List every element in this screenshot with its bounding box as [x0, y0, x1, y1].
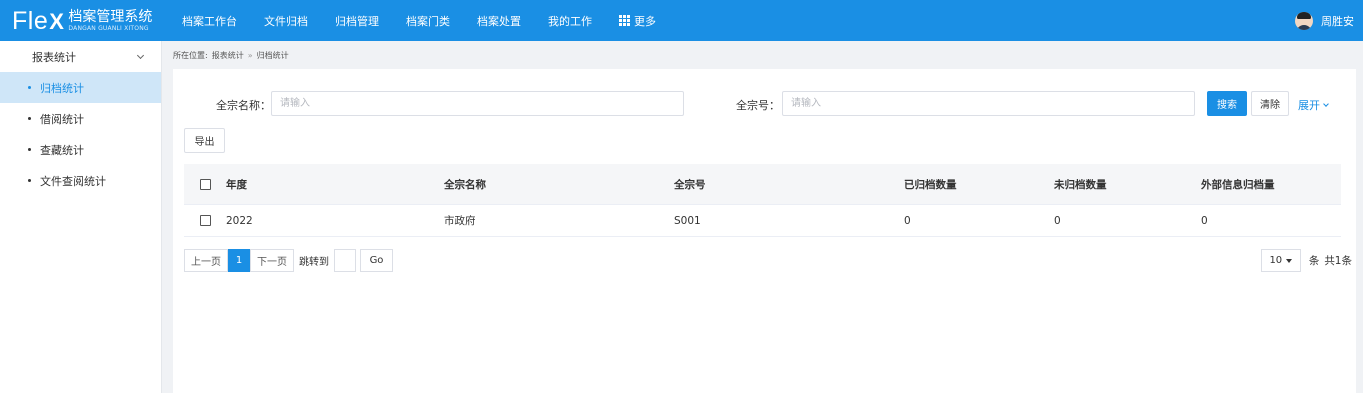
col-header-external-archived: 外部信息归档量 — [1201, 178, 1275, 191]
header-checkbox-cell — [184, 178, 226, 190]
app-title: 档案管理系统 — [68, 9, 153, 25]
page-size-value: 10 — [1269, 255, 1283, 266]
logo-mark: FleX — [12, 6, 65, 35]
breadcrumb-separator: » — [247, 50, 253, 60]
page-size-unit: 条 — [1308, 255, 1320, 267]
sidebar-item-label: 归档统计 — [40, 81, 84, 95]
nav-item-my-work[interactable]: 我的工作 — [548, 13, 592, 29]
row-checkbox-cell — [184, 215, 226, 226]
bullet-icon — [28, 148, 31, 151]
sidebar-item-borrow-stats[interactable]: 借阅统计 — [0, 103, 161, 134]
jump-page-input[interactable] — [334, 249, 356, 272]
user-menu[interactable]: 周胜安 — [1295, 0, 1354, 41]
grid-icon — [619, 15, 630, 26]
sidebar-group-label: 报表统计 — [32, 50, 76, 64]
cell-fonds-number: S001 — [674, 214, 701, 227]
logo-text: 档案管理系统 DANGAN GUANLI XITONG — [68, 10, 152, 32]
bullet-icon — [28, 179, 31, 182]
nav-item-workbench[interactable]: 档案工作台 — [182, 13, 237, 29]
top-navbar: FleX 档案管理系统 DANGAN GUANLI XITONG 档案工作台 文… — [0, 0, 1363, 41]
col-header-year: 年度 — [226, 178, 247, 191]
stats-table: 年度 全宗名称 全宗号 已归档数量 未归档数量 外部信息归档量 2022 市政府… — [184, 164, 1341, 237]
sidebar-item-collection-stats[interactable]: 查藏统计 — [0, 134, 161, 165]
go-button[interactable]: Go — [360, 249, 393, 272]
table-header: 年度 全宗名称 全宗号 已归档数量 未归档数量 外部信息归档量 — [184, 164, 1341, 204]
export-button[interactable]: 导出 — [184, 128, 225, 153]
pagination-summary: 10 条 共1条 — [1260, 249, 1352, 272]
sidebar-item-archive-stats[interactable]: 归档统计 — [0, 72, 161, 103]
cell-unarchived-count: 0 — [1054, 214, 1061, 227]
col-header-fonds-name: 全宗名称 — [444, 178, 486, 191]
fonds-name-input[interactable] — [271, 91, 684, 116]
breadcrumb: 所在位置: 报表统计 » 归档统计 — [173, 41, 289, 69]
cell-external-archived: 0 — [1201, 214, 1208, 227]
sidebar-item-file-view-stats[interactable]: 文件查阅统计 — [0, 165, 161, 196]
sidebar-group-report-stats[interactable]: 报表统计 — [0, 41, 161, 72]
fonds-name-label: 全宗名称： — [216, 99, 271, 112]
table-row[interactable]: 2022 市政府 S001 0 0 0 — [184, 204, 1341, 237]
chevron-down-icon — [136, 51, 145, 59]
cell-fonds-name: 市政府 — [444, 215, 476, 227]
nav-more-label: 更多 — [634, 14, 656, 28]
prev-page-button[interactable]: 上一页 — [184, 249, 228, 272]
chevron-down-icon — [1323, 100, 1329, 107]
fonds-number-label: 全宗号： — [736, 99, 780, 112]
app-subtitle: DANGAN GUANLI XITONG — [68, 25, 149, 32]
sidebar-item-label: 查藏统计 — [40, 143, 84, 157]
cell-archived-count: 0 — [904, 214, 911, 227]
caret-down-icon — [1286, 258, 1293, 263]
breadcrumb-prefix: 所在位置: — [173, 50, 208, 60]
expand-link[interactable]: 展开 — [1298, 97, 1329, 113]
main-nav: 档案工作台 文件归档 归档管理 档案门类 档案处置 我的工作 更多 — [182, 0, 683, 41]
col-header-unarchived-count: 未归档数量 — [1054, 178, 1107, 191]
sidebar-item-label: 文件查阅统计 — [40, 174, 106, 188]
sidebar-item-label: 借阅统计 — [40, 112, 84, 126]
col-header-fonds-number: 全宗号 — [674, 178, 706, 191]
breadcrumb-item[interactable]: 报表统计 — [212, 50, 244, 61]
sidebar: 报表统计 归档统计 借阅统计 查藏统计 文件查阅统计 — [0, 41, 162, 393]
nav-item-archive-disposal[interactable]: 档案处置 — [477, 13, 521, 29]
page-size-select[interactable]: 10 — [1260, 249, 1301, 272]
cell-year: 2022 — [226, 214, 253, 227]
select-all-checkbox[interactable] — [199, 178, 211, 190]
page-button-current[interactable]: 1 — [228, 249, 250, 272]
fonds-number-input[interactable] — [782, 91, 1195, 116]
bullet-icon — [28, 86, 31, 89]
nav-item-archive-management[interactable]: 归档管理 — [335, 13, 379, 29]
nav-item-archive-category[interactable]: 档案门类 — [406, 13, 450, 29]
search-button[interactable]: 搜索 — [1207, 91, 1247, 116]
jump-to-label: 跳转到 — [299, 257, 329, 268]
nav-item-file-archive[interactable]: 文件归档 — [264, 13, 308, 29]
bullet-icon — [28, 117, 31, 120]
pagination: 上一页 1 下一页 跳转到 Go — [184, 249, 393, 272]
app-logo[interactable]: FleX 档案管理系统 DANGAN GUANLI XITONG — [12, 6, 152, 36]
user-name: 周胜安 — [1321, 14, 1354, 28]
total-count: 共1条 — [1324, 255, 1352, 267]
row-checkbox[interactable] — [199, 215, 211, 226]
col-header-archived-count: 已归档数量 — [904, 178, 957, 191]
main-panel: 全宗名称： 全宗号： 搜索 清除 展开 导出 年度 全宗名称 全宗号 已归档数量… — [173, 69, 1356, 393]
next-page-button[interactable]: 下一页 — [250, 249, 294, 272]
nav-item-more[interactable]: 更多 — [619, 13, 656, 29]
expand-label: 展开 — [1298, 99, 1320, 112]
avatar — [1295, 11, 1313, 30]
clear-button[interactable]: 清除 — [1251, 91, 1289, 116]
breadcrumb-item: 归档统计 — [256, 50, 289, 60]
